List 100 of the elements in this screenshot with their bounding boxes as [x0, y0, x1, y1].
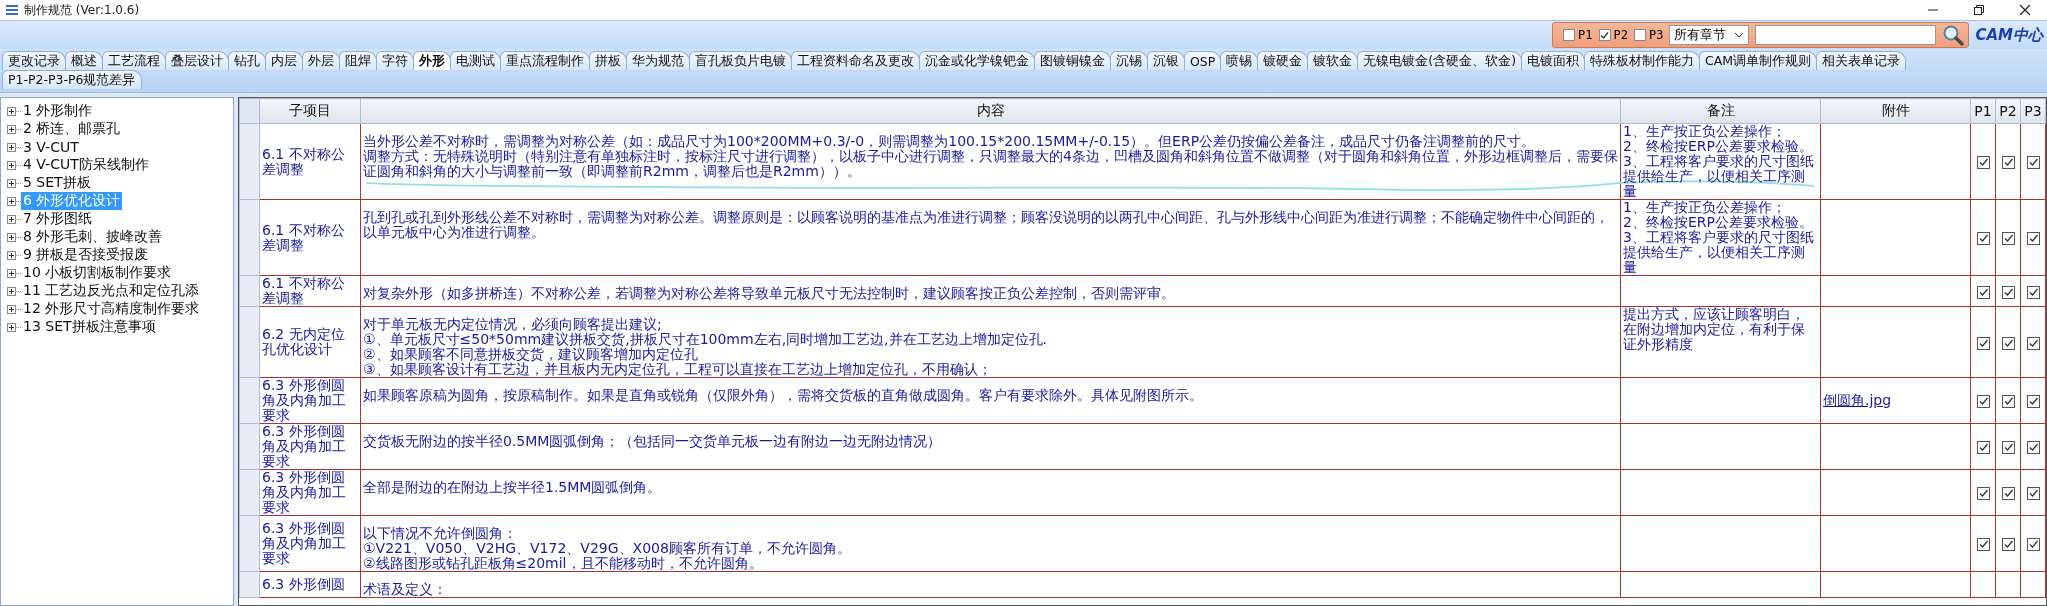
expand-icon[interactable] — [7, 250, 16, 260]
checkbox[interactable] — [1976, 538, 1990, 551]
tree-item[interactable]: 1 外形制作 — [21, 102, 95, 120]
search-icon[interactable] — [1942, 24, 1965, 46]
tree-item[interactable]: 12 外形尺寸高精度制作要求 — [21, 300, 202, 318]
checkbox[interactable] — [2001, 487, 2015, 500]
tree-item[interactable]: 11 工艺边反光点和定位孔添 — [21, 282, 202, 300]
column-header[interactable]: 内容 — [360, 98, 1621, 124]
tree-item[interactable]: 3 V-CUT — [21, 139, 81, 155]
tree-item[interactable]: 7 外形图纸 — [21, 210, 95, 228]
search-field[interactable] — [1755, 25, 1937, 45]
tab[interactable]: 镀软金 — [1307, 51, 1359, 70]
table-cell: 1、生产按正负公差操作； 2、终检按ERP公差要求检验。 3、工程将客户要求的尺寸图纸提供给生产，以便相关工序测量 — [1623, 123, 1814, 199]
expand-icon[interactable] — [7, 286, 16, 296]
checkbox[interactable] — [1976, 487, 1990, 500]
checkbox[interactable] — [2001, 285, 2015, 299]
checkbox[interactable] — [2001, 395, 2015, 408]
checkbox[interactable] — [2026, 395, 2040, 408]
tab[interactable]: 沉锡 — [1110, 51, 1148, 70]
column-header[interactable]: P3 — [2020, 98, 2046, 124]
checkbox[interactable] — [2026, 487, 2040, 500]
column-header[interactable]: P1 — [1970, 98, 1996, 124]
tab[interactable]: 沉银 — [1147, 51, 1185, 70]
tab[interactable]: 概述 — [65, 51, 103, 70]
tree-item[interactable]: 9 拼板是否接受报废 — [21, 246, 151, 264]
tab[interactable]: 内层 — [265, 51, 303, 70]
checkbox[interactable] — [1598, 29, 1611, 41]
tab[interactable]: 外形 — [413, 51, 451, 70]
expand-icon[interactable] — [7, 268, 16, 278]
checkbox-label: P2 — [1613, 28, 1628, 42]
expand-icon[interactable] — [7, 304, 16, 314]
checkbox[interactable] — [2026, 336, 2040, 350]
tab[interactable]: 华为规范 — [626, 51, 690, 70]
column-header[interactable]: 备注 — [1620, 98, 1821, 124]
tab[interactable]: 图镀铜镍金 — [1034, 51, 1111, 70]
tab[interactable]: 特殊板材制作能力 — [1584, 51, 1701, 70]
checkbox[interactable] — [2001, 538, 2015, 551]
checkbox[interactable] — [1976, 336, 1990, 350]
table-cell-text: 当外形公差不对称时，需调整为对称公差（如：成品尺寸为100*200MM+0.3/-0，则需调整为100.15*200.15MM+/-0.15）。但ERP公差仍按偏公差备注，成品尺寸仍备注调整前的尺寸。 — [363, 134, 1536, 149]
tree-item[interactable]: 13 SET拼板注意事项 — [21, 318, 158, 336]
checkbox[interactable] — [2001, 232, 2015, 245]
checkbox[interactable] — [2026, 441, 2040, 454]
tree-item[interactable]: 4 V-CUT防呆线制作 — [21, 156, 151, 174]
expand-icon[interactable] — [7, 160, 16, 170]
tree-item[interactable]: 10 小板切割板制作要求 — [21, 264, 174, 282]
checkbox[interactable] — [2026, 538, 2040, 551]
column-header[interactable]: 附件 — [1820, 98, 1971, 124]
attachment-link[interactable]: 倒圆角.jpg — [1823, 392, 1892, 408]
tab[interactable]: 钻孔 — [228, 51, 266, 70]
tab[interactable]: 叠层设计 — [165, 51, 229, 70]
expand-icon[interactable] — [7, 232, 16, 242]
tab[interactable]: 拼板 — [589, 51, 627, 70]
expand-icon[interactable] — [7, 196, 16, 206]
tab[interactable]: 电镀面积 — [1521, 51, 1586, 70]
tab[interactable]: CAM调单制作规则 — [1699, 51, 1818, 70]
checkbox[interactable] — [2026, 156, 2040, 169]
expand-icon[interactable] — [7, 178, 16, 188]
tab[interactable]: 工程资料命名及更改 — [791, 51, 920, 70]
checkbox[interactable] — [2001, 156, 2015, 169]
tree-item[interactable]: 2 桥连、邮票孔 — [21, 120, 123, 138]
chapter-dropdown[interactable]: 所有章节 — [1669, 25, 1750, 45]
column-header[interactable]: P2 — [1995, 98, 2021, 124]
checkbox[interactable] — [1634, 29, 1646, 41]
tab[interactable]: 相关表单记录 — [1816, 51, 1907, 70]
tab[interactable]: 无镍电镀金(含硬金、软金) — [1357, 51, 1523, 70]
expand-icon[interactable] — [7, 106, 16, 116]
checkbox[interactable] — [2026, 232, 2040, 245]
tree-item[interactable]: 5 SET拼板 — [21, 174, 93, 192]
checkbox[interactable] — [1976, 156, 1990, 169]
checkbox[interactable] — [1976, 285, 1990, 299]
tab[interactable]: 外层 — [302, 51, 340, 70]
checkbox[interactable] — [2026, 285, 2040, 299]
restore-icon[interactable] — [1973, 4, 1985, 16]
checkbox[interactable] — [1976, 441, 1990, 454]
column-header[interactable]: 子项目 — [259, 98, 361, 124]
expand-icon[interactable] — [7, 214, 16, 224]
tab[interactable]: 电测试 — [450, 51, 501, 70]
expand-icon[interactable] — [7, 322, 16, 332]
tab[interactable]: 更改记录 — [2, 51, 66, 70]
tab[interactable]: 工艺流程 — [102, 51, 166, 70]
expand-icon[interactable] — [7, 124, 16, 134]
tab[interactable]: 喷锡 — [1220, 51, 1259, 70]
expand-icon[interactable] — [7, 142, 16, 152]
checkbox[interactable] — [1976, 232, 1990, 245]
tab[interactable]: 阻焊 — [339, 51, 377, 70]
tab[interactable]: P1-P2-P3-P6规范差异 — [2, 70, 142, 89]
tab[interactable]: 沉金或化学镍钯金 — [919, 51, 1035, 70]
tab[interactable]: 镀硬金 — [1257, 51, 1309, 70]
checkbox[interactable] — [1976, 395, 1990, 408]
checkbox[interactable] — [2001, 336, 2015, 350]
tab[interactable]: 字符 — [376, 51, 414, 70]
tab[interactable]: 重点流程制作 — [500, 51, 590, 70]
caret-icon[interactable] — [1734, 32, 1745, 38]
tab[interactable]: 盲孔板负片电镀 — [689, 51, 792, 70]
close-icon[interactable] — [2019, 4, 2031, 16]
tab[interactable]: OSP — [1184, 51, 1222, 70]
tree-item[interactable]: 8 外形毛刺、披峰改善 — [21, 228, 165, 246]
table-cell-text: 交货板无附边的按半径0.5MM圆弧倒角；（包括同一交货单元板一边有附边一边无附边情况） — [363, 434, 943, 449]
checkbox[interactable] — [2001, 441, 2015, 454]
checkbox[interactable] — [1563, 29, 1576, 41]
